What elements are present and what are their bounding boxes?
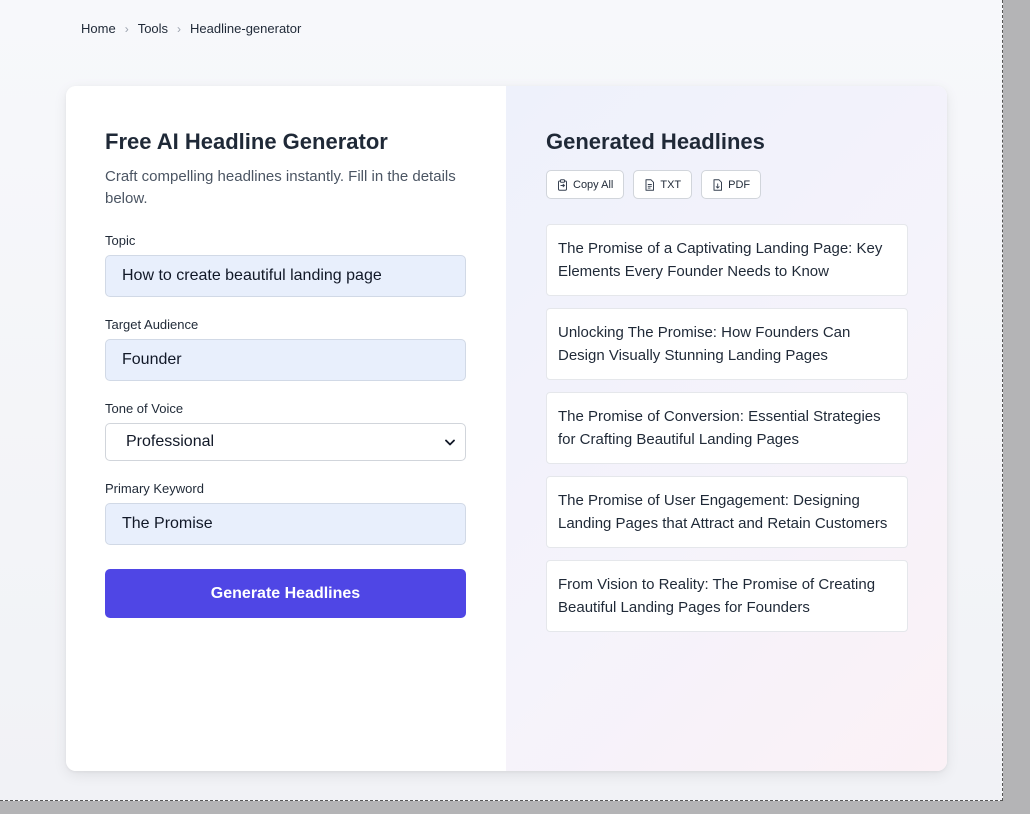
keyword-input[interactable]: The Promise bbox=[105, 503, 466, 545]
breadcrumb-current: Headline-generator bbox=[190, 21, 302, 36]
breadcrumb-tools[interactable]: Tools bbox=[138, 21, 168, 36]
tone-select[interactable]: Professional bbox=[105, 423, 466, 461]
topic-label: Topic bbox=[105, 233, 136, 248]
keyword-input-value: The Promise bbox=[122, 515, 213, 532]
breadcrumb-separator-icon: › bbox=[124, 21, 129, 36]
tone-select-value: Professional bbox=[126, 433, 215, 450]
topic-input[interactable]: How to create beautiful landing page bbox=[105, 255, 466, 297]
breadcrumb: Home › Tools › Headline-generator bbox=[81, 21, 301, 36]
headline-item[interactable]: The Promise of a Captivating Landing Pag… bbox=[546, 224, 908, 296]
audience-input[interactable]: Founder bbox=[105, 339, 466, 381]
generator-card: Free AI Headline Generator Craft compell… bbox=[66, 86, 947, 771]
document-icon bbox=[645, 178, 655, 191]
page-viewport: Home › Tools › Headline-generator Free A… bbox=[0, 0, 1003, 801]
txt-download-button[interactable]: TXT bbox=[633, 170, 693, 199]
form-subtitle: Craft compelling headlines instantly. Fi… bbox=[105, 168, 456, 207]
topic-input-value: How to create beautiful landing page bbox=[122, 267, 382, 284]
copy-all-button[interactable]: Copy All bbox=[546, 170, 625, 199]
txt-label: TXT bbox=[660, 178, 682, 191]
results-title: Generated Headlines bbox=[546, 129, 765, 154]
headline-item[interactable]: The Promise of User Engagement: Designin… bbox=[546, 476, 908, 548]
generate-headlines-button[interactable]: Generate Headlines bbox=[105, 569, 466, 618]
breadcrumb-home[interactable]: Home bbox=[81, 21, 116, 36]
keyword-label: Primary Keyword bbox=[105, 481, 204, 496]
form-title: Free AI Headline Generator bbox=[105, 129, 388, 154]
headline-item[interactable]: The Promise of Conversion: Essential Str… bbox=[546, 392, 908, 464]
headline-list: The Promise of a Captivating Landing Pag… bbox=[546, 224, 908, 632]
headline-form-panel: Free AI Headline Generator Craft compell… bbox=[66, 86, 506, 771]
results-panel: Generated Headlines Copy All TXT PDF The… bbox=[506, 86, 947, 771]
pdf-download-button[interactable]: PDF bbox=[701, 170, 762, 199]
clipboard-icon bbox=[558, 178, 567, 191]
export-actions: Copy All TXT PDF bbox=[546, 170, 908, 199]
copy-all-label: Copy All bbox=[573, 178, 614, 191]
audience-label: Target Audience bbox=[105, 317, 199, 332]
breadcrumb-separator-icon: › bbox=[177, 21, 182, 36]
chevron-down-icon bbox=[445, 439, 455, 445]
headline-item[interactable]: From Vision to Reality: The Promise of C… bbox=[546, 560, 908, 632]
headline-item[interactable]: Unlocking The Promise: How Founders Can … bbox=[546, 308, 908, 380]
tone-label: Tone of Voice bbox=[105, 401, 184, 416]
file-download-icon bbox=[713, 178, 723, 191]
pdf-label: PDF bbox=[728, 178, 751, 191]
audience-input-value: Founder bbox=[122, 351, 182, 368]
